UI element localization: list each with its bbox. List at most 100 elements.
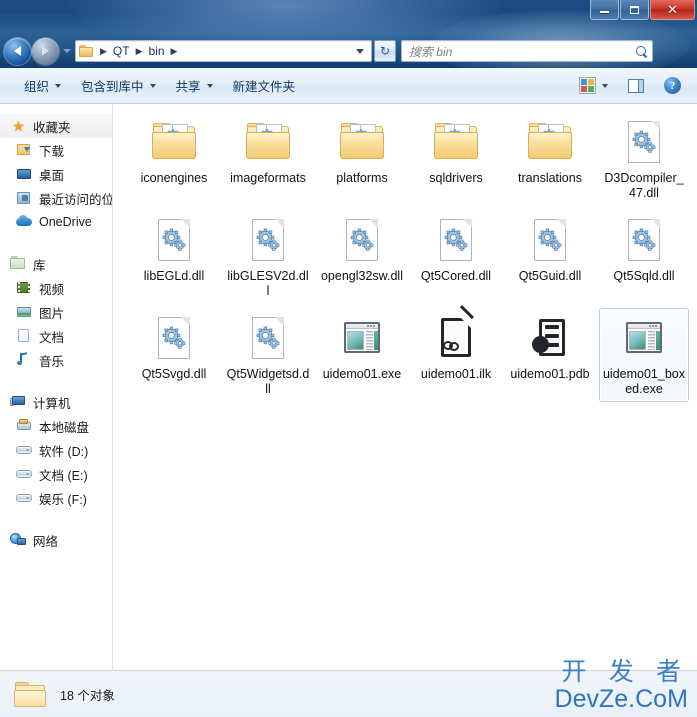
help-button[interactable]: ?: [654, 72, 691, 99]
onedrive-icon: [16, 214, 33, 230]
preview-pane-button[interactable]: [618, 74, 654, 98]
sidebar-item-drive-e[interactable]: 文档 (E:): [0, 462, 112, 486]
file-item[interactable]: uidemo01.ilk: [411, 304, 501, 402]
breadcrumb-item-bin[interactable]: bin: [148, 44, 166, 58]
file-name-label: D3Dcompiler_47.dll: [604, 171, 684, 200]
file-item-selected[interactable]: uidemo01_boxed.exe: [599, 308, 689, 402]
chevron-down-icon: [55, 83, 62, 88]
file-list-pane[interactable]: iconengines imageformats platforms sqldrive…: [113, 104, 697, 670]
folder-icon: [526, 118, 574, 166]
include-in-library-button[interactable]: 包含到库中: [71, 71, 166, 100]
sidebar-label-drive-d: 软件 (D:): [39, 444, 89, 459]
file-item[interactable]: Qt5Widgetsd.dll: [223, 308, 313, 402]
breadcrumb-separator: ▶: [100, 45, 107, 56]
database-file-icon: [526, 314, 574, 362]
sidebar-item-downloads[interactable]: 下载: [0, 138, 112, 162]
sidebar-item-network[interactable]: 网络: [0, 528, 112, 552]
back-button[interactable]: [4, 37, 31, 65]
search-box[interactable]: 搜索 bin: [401, 40, 653, 62]
file-item[interactable]: D3Dcompiler_47.dll: [599, 112, 689, 206]
sidebar-item-favorites[interactable]: ★ 收藏夹: [0, 114, 112, 138]
sidebar-item-drive-d[interactable]: 软件 (D:): [0, 438, 112, 462]
change-view-button[interactable]: [569, 72, 618, 99]
file-item[interactable]: libEGLd.dll: [129, 210, 219, 304]
views-icon: [579, 77, 596, 94]
address-bar[interactable]: ▶ QT ▶ bin ▶: [75, 40, 372, 62]
dll-file-icon: [244, 216, 292, 264]
sidebar-item-computer[interactable]: 计算机: [0, 390, 112, 414]
window-controls: ✕: [589, 0, 695, 22]
file-item[interactable]: opengl32sw.dll: [317, 210, 407, 304]
maximize-button[interactable]: [620, 0, 649, 20]
file-item[interactable]: uidemo01.exe: [317, 308, 407, 402]
forward-arrow-icon: [42, 46, 49, 56]
breadcrumb-separator: ▶: [135, 45, 143, 56]
file-item[interactable]: sqldrivers: [411, 112, 501, 206]
sidebar-label-drive-e: 文档 (E:): [39, 468, 88, 483]
file-item[interactable]: imageformats: [223, 112, 313, 206]
sidebar-label-recent-places: 最近访问的位置: [39, 192, 112, 207]
file-name-label: uidemo01.exe: [322, 367, 402, 381]
file-item[interactable]: libGLESV2d.dll: [223, 210, 313, 304]
file-name-label: uidemo01.pdb: [510, 367, 590, 381]
forward-button[interactable]: [32, 37, 59, 65]
file-item[interactable]: Qt5Cored.dll: [411, 210, 501, 304]
recent-pages-icon[interactable]: [63, 49, 71, 53]
file-item[interactable]: translations: [505, 112, 595, 206]
organize-button[interactable]: 组织: [14, 71, 71, 100]
sidebar-item-onedrive[interactable]: OneDrive: [0, 210, 112, 234]
star-icon: ★: [12, 118, 25, 134]
sidebar-label-onedrive: OneDrive: [39, 215, 92, 229]
share-button[interactable]: 共享: [166, 71, 223, 100]
local-disk-icon: [16, 418, 33, 434]
folder-icon: [79, 45, 94, 57]
folder-icon: [338, 118, 386, 166]
chevron-down-icon: [149, 83, 156, 88]
nav-group-computer: 计算机 本地磁盘 软件 (D:) 文档 (E:) 娱乐 (F:): [0, 390, 112, 510]
nav-group-libraries: 库 视频 图片 文档 音乐: [0, 252, 112, 372]
dll-file-icon: [338, 216, 386, 264]
sidebar-item-local-disk[interactable]: 本地磁盘: [0, 414, 112, 438]
music-icon: [16, 352, 33, 368]
search-input[interactable]: 搜索 bin: [409, 43, 635, 60]
link-file-icon: [432, 304, 480, 362]
file-name-label: Qt5Svgd.dll: [141, 367, 207, 381]
new-folder-button[interactable]: 新建文件夹: [223, 71, 306, 100]
sidebar-item-recent-places[interactable]: 最近访问的位置: [0, 186, 112, 210]
sidebar-item-videos[interactable]: 视频: [0, 276, 112, 300]
file-name-label: Qt5Sqld.dll: [613, 269, 675, 283]
pictures-icon: [16, 304, 33, 320]
file-item[interactable]: iconengines: [129, 112, 219, 206]
minimize-button[interactable]: [590, 0, 619, 20]
refresh-button[interactable]: ↻: [374, 40, 396, 62]
sidebar-item-pictures[interactable]: 图片: [0, 300, 112, 324]
sidebar-item-libraries[interactable]: 库: [0, 252, 112, 276]
sidebar-item-documents[interactable]: 文档: [0, 324, 112, 348]
file-name-label: Qt5Widgetsd.dll: [226, 367, 310, 396]
dll-file-icon: [150, 314, 198, 362]
nav-gap: [0, 512, 112, 528]
breadcrumb-item-qt[interactable]: QT: [112, 44, 131, 58]
sidebar-label-pictures: 图片: [39, 306, 65, 321]
sidebar-item-drive-f[interactable]: 娱乐 (F:): [0, 486, 112, 510]
chevron-down-icon[interactable]: [356, 48, 364, 54]
minimize-icon: [600, 11, 609, 13]
file-item[interactable]: Qt5Sqld.dll: [599, 210, 689, 304]
navigation-pane[interactable]: ★ 收藏夹 下载 桌面 最近访问的位置 OneDrive: [0, 104, 113, 670]
sidebar-item-music[interactable]: 音乐: [0, 348, 112, 372]
sidebar-label-downloads: 下载: [39, 144, 65, 159]
sidebar-label-network: 网络: [33, 534, 59, 549]
application-icon: [338, 314, 386, 362]
drive-icon: [16, 490, 33, 506]
search-icon: [635, 45, 648, 58]
close-button[interactable]: ✕: [650, 0, 695, 20]
sidebar-item-desktop[interactable]: 桌面: [0, 162, 112, 186]
file-item[interactable]: Qt5Svgd.dll: [129, 308, 219, 402]
close-icon: ✕: [667, 2, 678, 17]
file-item[interactable]: uidemo01.pdb: [505, 308, 595, 402]
file-item[interactable]: Qt5Guid.dll: [505, 210, 595, 304]
sidebar-label-videos: 视频: [39, 282, 65, 297]
file-item[interactable]: platforms: [317, 112, 407, 206]
content-area: ★ 收藏夹 下载 桌面 最近访问的位置 OneDrive: [0, 104, 697, 670]
folder-icon: [150, 118, 198, 166]
